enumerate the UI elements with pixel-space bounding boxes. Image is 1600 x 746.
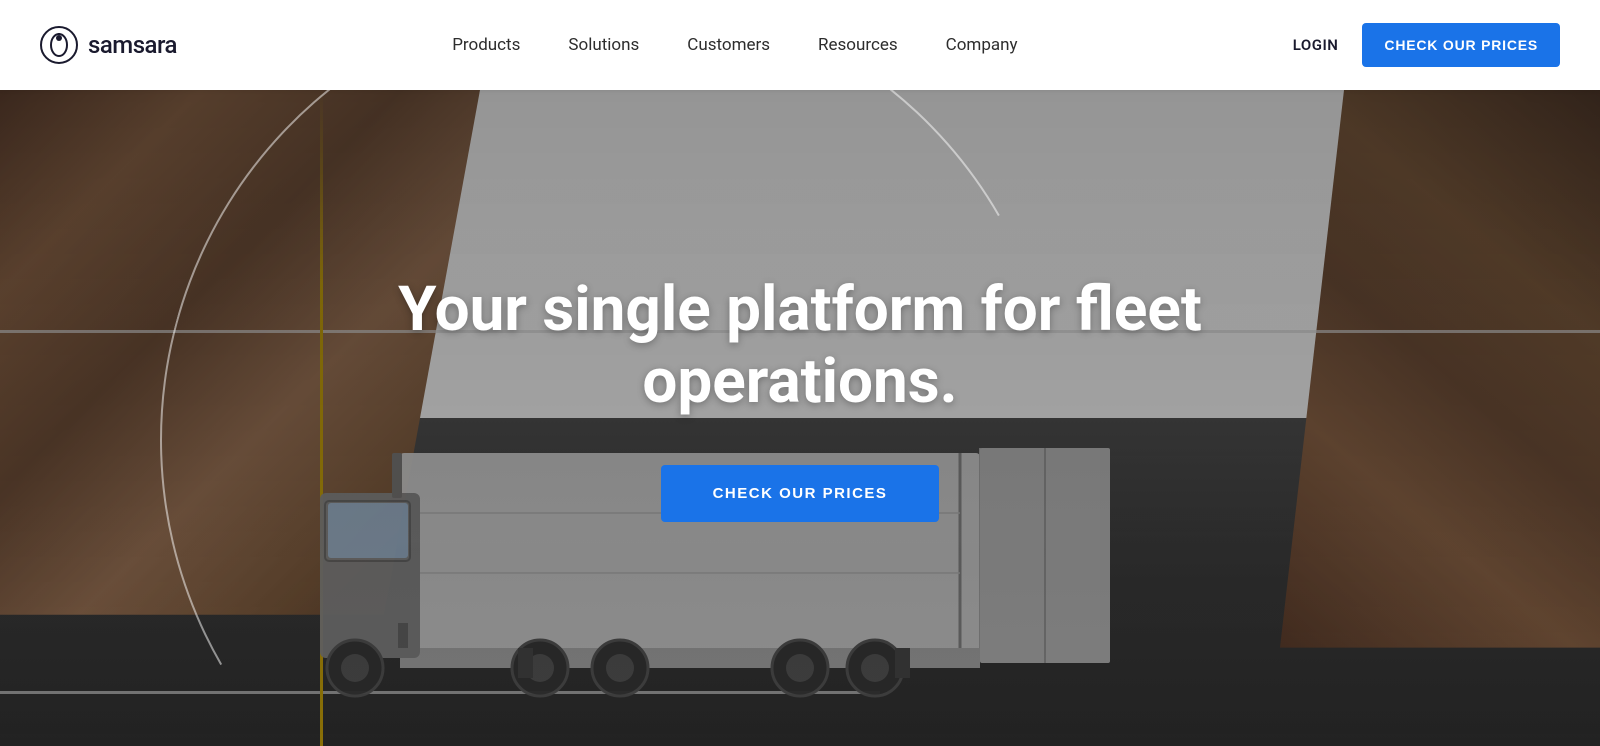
nav-item-products[interactable]: Products (452, 35, 520, 55)
check-prices-nav-button[interactable]: CHECK OUR PRICES (1362, 23, 1560, 67)
brand-name: samsara (88, 31, 177, 59)
nav-item-solutions[interactable]: Solutions (568, 35, 639, 55)
logo-link[interactable]: samsara (40, 26, 177, 64)
check-prices-hero-button[interactable]: CHECK OUR PRICES (661, 465, 940, 522)
nav-link-customers[interactable]: Customers (687, 35, 770, 55)
hero-section: Your single platform for fleet operation… (0, 90, 1600, 746)
samsara-logo-icon (40, 26, 78, 64)
nav-item-resources[interactable]: Resources (818, 35, 898, 55)
nav-item-company[interactable]: Company (946, 35, 1018, 55)
navbar-actions: LOGIN CHECK OUR PRICES (1293, 23, 1560, 67)
nav-link-resources[interactable]: Resources (818, 35, 898, 55)
nav-link-products[interactable]: Products (452, 35, 520, 55)
login-button[interactable]: LOGIN (1293, 36, 1339, 54)
hero-content: Your single platform for fleet operation… (0, 90, 1600, 746)
nav-links: Products Solutions Customers Resources C… (452, 35, 1017, 55)
nav-link-company[interactable]: Company (946, 35, 1018, 55)
navbar: samsara Products Solutions Customers Res… (0, 0, 1600, 90)
hero-title: Your single platform for fleet operation… (350, 274, 1250, 417)
nav-link-solutions[interactable]: Solutions (568, 35, 639, 55)
nav-item-customers[interactable]: Customers (687, 35, 770, 55)
